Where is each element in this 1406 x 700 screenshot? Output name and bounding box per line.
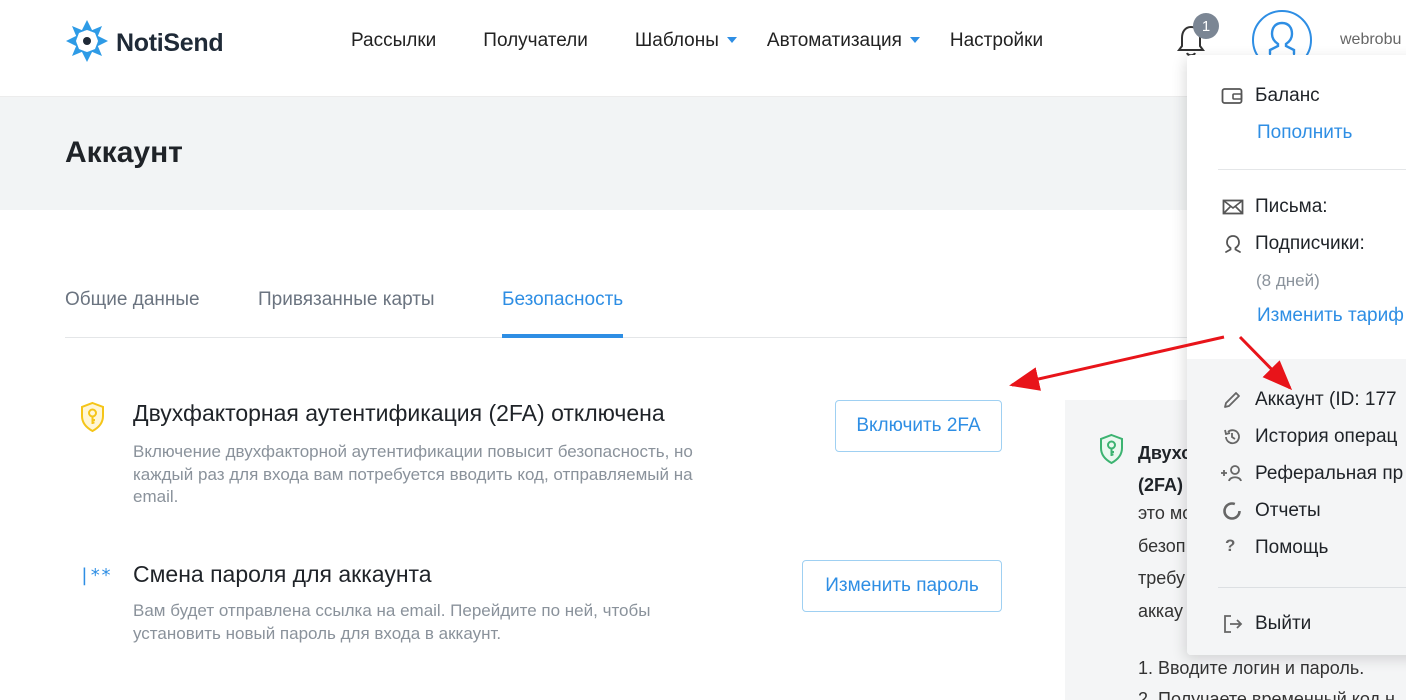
shield-key-icon [79,401,106,438]
caret-down-icon [726,37,737,43]
change-plan-link[interactable]: Изменить тариф [1257,305,1404,327]
nav-item-label: Рассылки [351,30,437,51]
menu-item-account[interactable]: Аккаунт (ID: 177 [1187,383,1406,417]
shield-key-icon [1098,433,1125,470]
info-step: 2. Получаете временный код н [1138,689,1395,700]
days-note: (8 дней) [1256,271,1320,290]
main-nav: Рассылки Получатели Шаблоны Автоматизаци… [351,30,1043,52]
menu-item-logout[interactable]: Выйти [1187,607,1406,641]
nav-item-label: Настройки [949,30,1044,51]
menu-item-help[interactable]: ? Помощь [1187,531,1406,565]
menu-item-reports[interactable]: Отчеты [1187,494,1406,528]
reports-icon [1222,501,1242,526]
enable-2fa-button[interactable]: Включить 2FA [835,400,1002,452]
tab-security[interactable]: Безопасность [502,289,624,338]
menu-item-label: Выйти [1255,613,1312,634]
nav-item-templates[interactable]: Шаблоны [635,30,737,52]
twofa-title: Двухфакторная аутентификация (2FA) отклю… [133,400,665,426]
notification-badge: 1 [1193,13,1219,39]
letters-label: Письма: [1255,196,1328,217]
nav-item-label: Шаблоны [634,30,719,51]
password-icon: |** [79,565,112,586]
logo-icon [64,18,110,69]
twofa-description: Включение двухфакторной аутентификации п… [133,442,693,506]
balance-label: Баланс [1255,85,1320,106]
history-icon [1222,427,1242,452]
nav-item-recipients[interactable]: Получатели [483,30,588,52]
menu-item-label: Реферальная пр [1255,463,1404,484]
change-password-button[interactable]: Изменить пароль [802,560,1002,612]
logout-icon [1222,613,1244,640]
menu-item-history[interactable]: История операц [1187,420,1406,454]
password-title: Смена пароля для аккаунта [133,561,432,587]
subscribers-icon [1224,234,1242,259]
help-icon: ? [1225,536,1236,555]
tab-label: Общие данные [65,289,200,310]
nav-item-automation[interactable]: Автоматизация [767,30,920,52]
topup-link[interactable]: Пополнить [1257,122,1352,144]
mail-icon [1222,199,1244,220]
password-description: Вам будет отправлена ссылка на email. Пе… [133,601,651,643]
logo-text: NotiSend [116,29,224,57]
subscribers-label: Подписчики: [1255,233,1365,254]
tab-general[interactable]: Общие данные [65,289,200,338]
nav-item-mailings[interactable]: Рассылки [351,30,436,52]
nav-item-label: Получатели [483,30,588,51]
divider [1218,169,1406,170]
info-steps: 1. Вводите логин и пароль. 2. Получаете … [1138,653,1406,700]
info-step: 1. Вводите логин и пароль. [1138,658,1365,678]
nav-item-settings[interactable]: Настройки [950,30,1043,52]
tab-cards[interactable]: Привязанные карты [258,289,435,338]
pencil-icon [1222,390,1242,415]
add-user-icon [1220,463,1244,488]
menu-item-label: Аккаунт (ID: 177 [1255,389,1397,410]
tab-label: Привязанные карты [258,289,435,310]
divider [1218,587,1406,588]
caret-down-icon [909,37,920,43]
menu-item-label: История операц [1255,426,1398,447]
menu-item-label: Помощь [1255,537,1329,558]
account-tabs: Общие данные Привязанные карты Безопасно… [65,289,1205,338]
page-title: Аккаунт [65,136,183,169]
menu-item-label: Отчеты [1255,500,1321,521]
user-dropdown-menu: Баланс Пополнить Письма: Подписчики: (8 … [1187,55,1406,655]
wallet-icon [1221,87,1243,110]
menu-item-referral[interactable]: Реферальная пр [1187,457,1406,491]
nav-item-label: Автоматизация [766,30,902,51]
tab-label: Безопасность [502,289,624,310]
username[interactable]: webrobu [1340,31,1401,49]
logo[interactable]: NotiSend [64,18,224,69]
